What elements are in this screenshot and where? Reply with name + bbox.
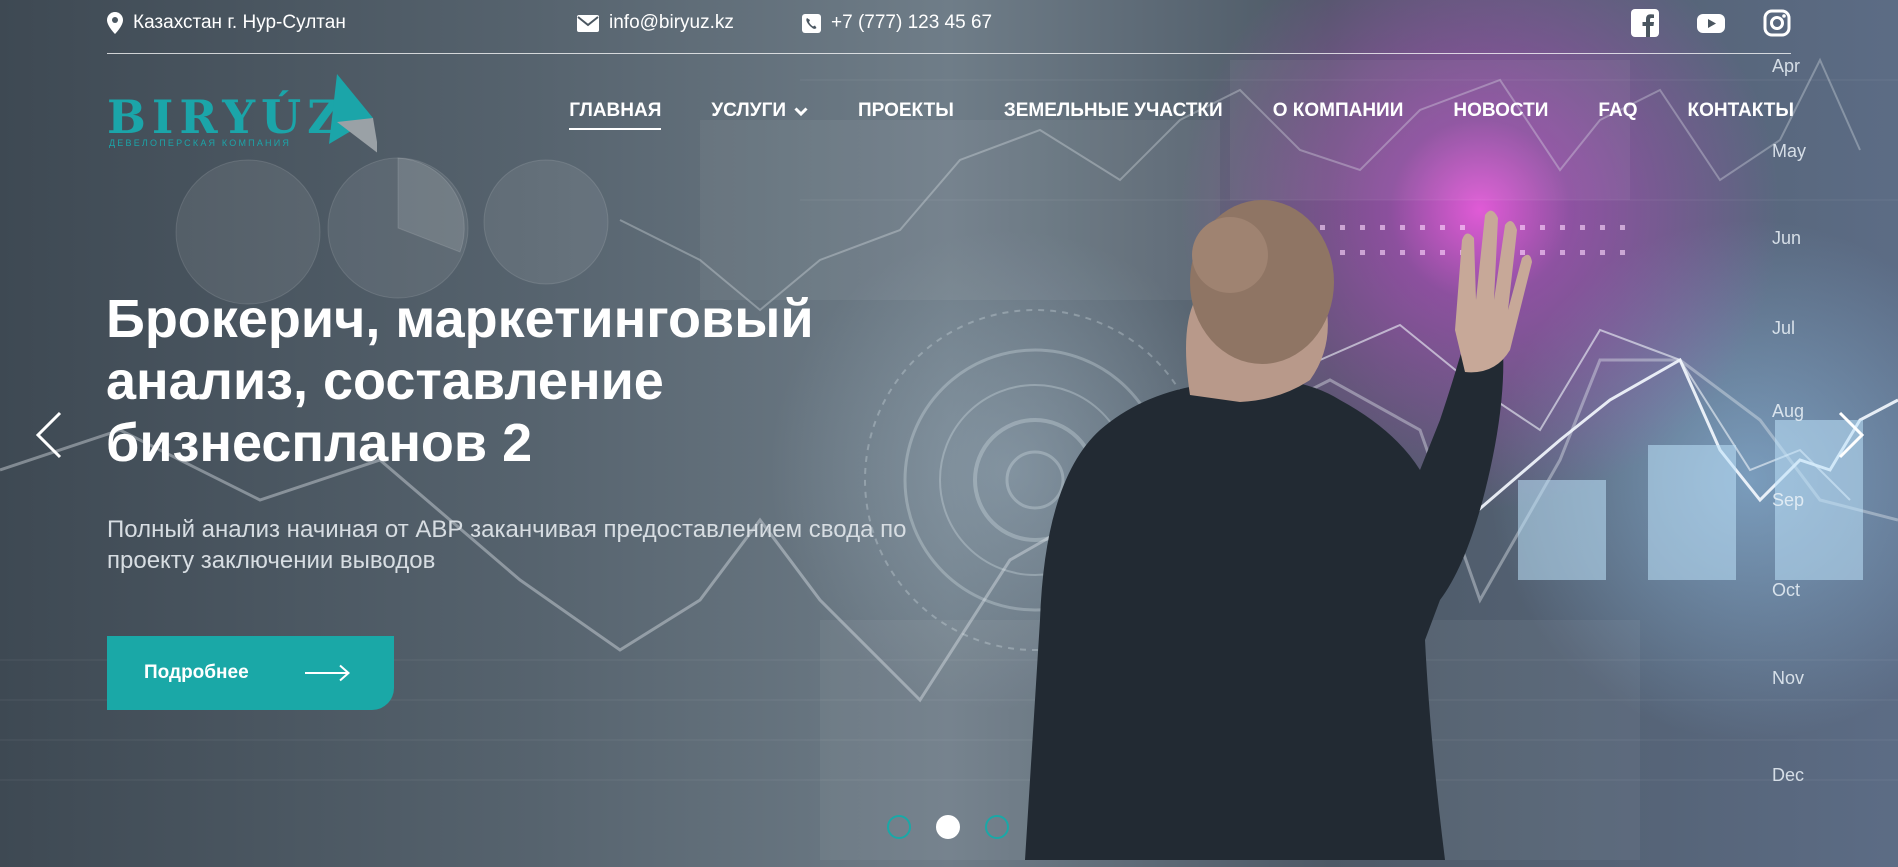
contact-phone[interactable]: +7 (777) 123 45 67 — [802, 12, 992, 34]
contact-address: Казахстан г. Нур-Султан — [107, 12, 346, 34]
address-text: Казахстан г. Нур-Султан — [133, 12, 346, 33]
month-label: Oct — [1772, 580, 1801, 600]
phone-icon — [802, 13, 821, 33]
slider-dot-1[interactable] — [887, 815, 911, 839]
nav-item-home[interactable]: ГЛАВНАЯ — [569, 100, 662, 130]
envelope-icon — [577, 14, 599, 32]
site-logo[interactable]: BIRYÚZ Девелоперская компания — [107, 70, 377, 160]
nav-item-faq[interactable]: FAQ — [1598, 100, 1637, 122]
slider-prev-arrow[interactable] — [30, 410, 70, 460]
more-button-label: Подробнее — [144, 662, 249, 683]
month-label: Jun — [1772, 228, 1802, 248]
hero-headline: Брокерич, маркетинговый анализ, составле… — [106, 289, 814, 473]
top-bar: Казахстан г. Нур-Султан info@biryuz.kz +… — [107, 0, 1791, 54]
month-label: Apr — [1772, 56, 1801, 76]
arrow-right-icon — [305, 664, 351, 682]
chevron-down-icon — [794, 106, 808, 116]
phone-link[interactable]: +7 (777) 123 45 67 — [831, 12, 992, 34]
youtube-icon[interactable] — [1697, 9, 1725, 37]
slider-dots — [887, 815, 1009, 839]
logo-tagline: Девелоперская компания — [109, 138, 292, 148]
nav-item-news[interactable]: НОВОСТИ — [1453, 100, 1548, 122]
month-label: Jul — [1772, 318, 1796, 338]
nav-item-land-plots[interactable]: ЗЕМЕЛЬНЫЕ УЧАСТКИ — [1004, 100, 1223, 122]
month-label: Aug — [1772, 401, 1805, 421]
more-button[interactable]: Подробнее — [107, 636, 394, 710]
nav-item-services[interactable]: УСЛУГИ — [711, 100, 808, 122]
contact-email[interactable]: info@biryuz.kz — [577, 12, 734, 34]
nav-item-services-label: УСЛУГИ — [711, 100, 787, 121]
month-label: Nov — [1772, 668, 1805, 688]
social-links — [1631, 9, 1791, 37]
facebook-icon[interactable] — [1631, 9, 1659, 37]
month-label: Dec — [1772, 765, 1805, 785]
slider-next-arrow[interactable] — [1830, 410, 1870, 460]
slider-dot-3[interactable] — [985, 815, 1009, 839]
month-label: May — [1772, 141, 1807, 161]
nav-item-contacts[interactable]: КОНТАКТЫ — [1687, 100, 1794, 122]
nav-item-about[interactable]: О КОМПАНИИ — [1273, 100, 1404, 122]
map-pin-icon — [107, 12, 123, 34]
nav-item-projects[interactable]: ПРОЕКТЫ — [858, 100, 954, 122]
slider-dot-2[interactable] — [936, 815, 960, 839]
instagram-icon[interactable] — [1763, 9, 1791, 37]
email-link[interactable]: info@biryuz.kz — [609, 12, 734, 34]
main-navigation: ГЛАВНАЯ УСЛУГИ ПРОЕКТЫ ЗЕМЕЛЬНЫЕ УЧАСТКИ… — [569, 100, 1794, 130]
month-label: Sep — [1772, 490, 1805, 510]
hero-subtitle: Полный анализ начиная от АВР заканчивая … — [107, 516, 907, 574]
logo-triangle-icon — [329, 74, 377, 153]
